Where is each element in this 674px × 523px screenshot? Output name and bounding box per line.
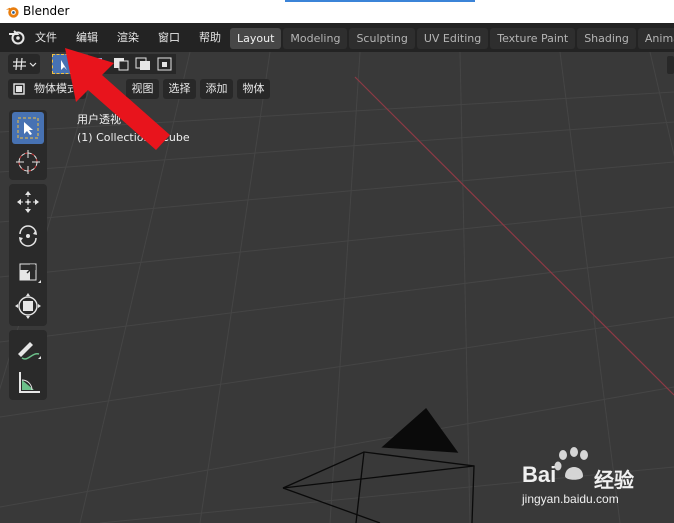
- rotate-icon: [19, 225, 37, 247]
- blender-logo-icon[interactable]: [8, 29, 26, 45]
- baidu-watermark: Bai 经验 jingyan.baidu.com: [518, 446, 668, 510]
- tab-animation[interactable]: Animat: [637, 28, 674, 49]
- move-icon: [17, 191, 39, 213]
- watermark-brand: Bai: [522, 462, 557, 487]
- scale-tool[interactable]: [12, 256, 44, 288]
- select-box-tool[interactable]: [12, 112, 44, 144]
- title-accent-line: [285, 0, 475, 2]
- tab-texture-paint[interactable]: Texture Paint: [490, 28, 576, 49]
- tab-sculpting[interactable]: Sculpting: [349, 28, 415, 49]
- rotate-tool[interactable]: [12, 220, 44, 252]
- tab-layout[interactable]: Layout: [230, 28, 282, 49]
- blender-app-icon: [5, 7, 19, 18]
- object-mode-icon: [13, 83, 25, 95]
- tab-uv-editing[interactable]: UV Editing: [416, 28, 489, 49]
- workspace-tabs: Layout Modeling Sculpting UV Editing Tex…: [230, 28, 674, 49]
- measure-icon: [19, 372, 40, 393]
- tab-shading[interactable]: Shading: [577, 28, 636, 49]
- transform-tool[interactable]: [12, 290, 44, 322]
- transform-icon: [15, 293, 41, 319]
- cursor-tool[interactable]: [12, 146, 44, 178]
- select-box-icon: [17, 117, 39, 139]
- move-tool[interactable]: [12, 186, 44, 218]
- cursor-icon: [16, 150, 40, 174]
- watermark-brand-cn: 经验: [594, 468, 634, 492]
- header-overflow-icon[interactable]: [666, 56, 674, 74]
- x-axis-line: [354, 76, 674, 396]
- annotate-tool[interactable]: [12, 332, 44, 364]
- toolbar-transform-group: [9, 184, 47, 326]
- menu-add[interactable]: 添加: [200, 79, 233, 99]
- tab-modeling[interactable]: Modeling: [283, 28, 348, 49]
- editor-type-icon: [13, 57, 37, 71]
- menu-object[interactable]: 物体: [237, 79, 270, 99]
- menu-file[interactable]: 文件: [28, 23, 64, 52]
- menu-help[interactable]: 帮助: [192, 23, 228, 52]
- red-arrow-annotation: [65, 48, 170, 150]
- toolbar-select-group: [9, 110, 47, 180]
- window-title-bar: Blender: [0, 0, 674, 23]
- watermark-url: jingyan.baidu.com: [522, 492, 619, 506]
- scale-icon: [19, 263, 41, 283]
- measure-tool[interactable]: [12, 366, 44, 398]
- toolbar-annotate-group: [9, 330, 47, 400]
- camera-object: [282, 408, 475, 523]
- window-title: Blender: [23, 4, 70, 18]
- editor-type-button[interactable]: [8, 54, 40, 74]
- annotate-icon: [18, 342, 41, 360]
